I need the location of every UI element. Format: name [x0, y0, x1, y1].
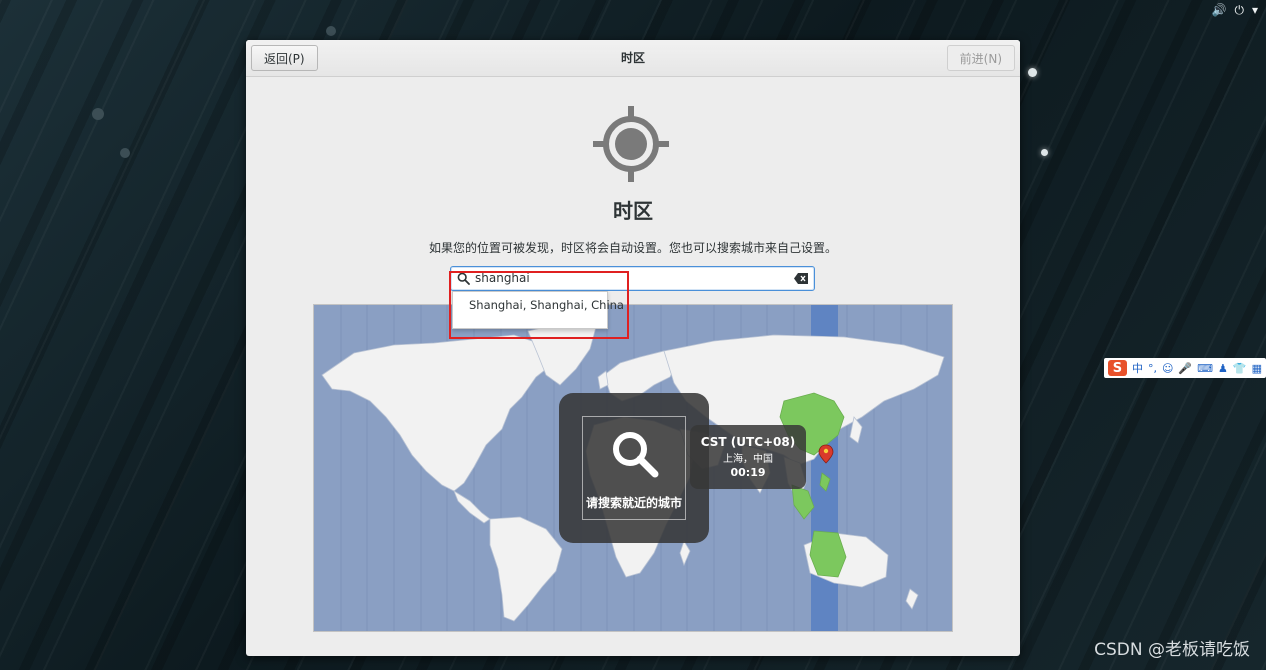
chevron-down-icon[interactable]: ▾: [1252, 0, 1258, 20]
emoji-icon[interactable]: ☺: [1162, 362, 1173, 375]
timezone-map[interactable]: 请搜索就近的城市 CST (UTC+08) 上海，中国 00:19: [313, 304, 953, 632]
sogou-logo-icon[interactable]: S: [1108, 360, 1127, 376]
decorative-dot: [326, 26, 336, 36]
decorative-dot: [1041, 149, 1048, 156]
search-hint-label: 请搜索就近的城市: [585, 496, 682, 510]
decorative-dot: [1028, 68, 1037, 77]
timezone-city: 上海，中国: [723, 454, 773, 465]
user-icon[interactable]: ♟: [1218, 362, 1228, 375]
punctuation-icon[interactable]: °,: [1148, 362, 1157, 375]
decorative-dot: [92, 108, 104, 120]
timezone-abbreviation: CST (UTC+08): [700, 435, 796, 449]
watermark: CSDN @老板请吃饭: [1094, 640, 1250, 660]
page-title: 时区: [613, 199, 653, 223]
skin-icon[interactable]: 👕: [1233, 362, 1247, 375]
search-hint-overlay: 请搜索就近的城市: [559, 393, 709, 543]
ime-toolbar[interactable]: S 中 °, ☺ 🎤 ⌨ ♟ 👕 ▦: [1104, 358, 1266, 378]
annotation-highlight-box: [449, 271, 629, 339]
window-title: 时区: [620, 51, 645, 65]
power-icon[interactable]: ⏻: [1234, 0, 1244, 20]
next-button[interactable]: 前进(N): [946, 45, 1015, 71]
volume-icon[interactable]: 🔊: [1212, 0, 1227, 20]
timezone-time: 00:19: [730, 466, 766, 479]
microphone-icon[interactable]: 🎤: [1178, 362, 1192, 375]
timezone-info-tooltip: CST (UTC+08) 上海，中国 00:19: [690, 425, 806, 489]
decorative-dot: [120, 148, 130, 158]
system-status-area[interactable]: 🔊 ⏻ ▾: [1212, 0, 1258, 20]
initial-setup-window: 返回(P) 时区 前进(N) 时区 如果您的位置可被发现，时区将会自动设置。您也…: [246, 40, 1020, 656]
window-header: 返回(P) 时区 前进(N): [246, 40, 1020, 77]
keyboard-icon[interactable]: ⌨: [1197, 362, 1213, 375]
clear-text-icon[interactable]: [794, 273, 808, 284]
magnifier-icon: [613, 432, 659, 478]
grid-menu-icon[interactable]: ▦: [1252, 362, 1262, 375]
ime-language-toggle[interactable]: 中: [1132, 360, 1143, 376]
location-target-icon: [593, 106, 669, 182]
page-description: 如果您的位置可被发现，时区将会自动设置。您也可以搜索城市来自己设置。: [428, 241, 837, 255]
search-hint-frame: 请搜索就近的城市: [582, 416, 686, 520]
